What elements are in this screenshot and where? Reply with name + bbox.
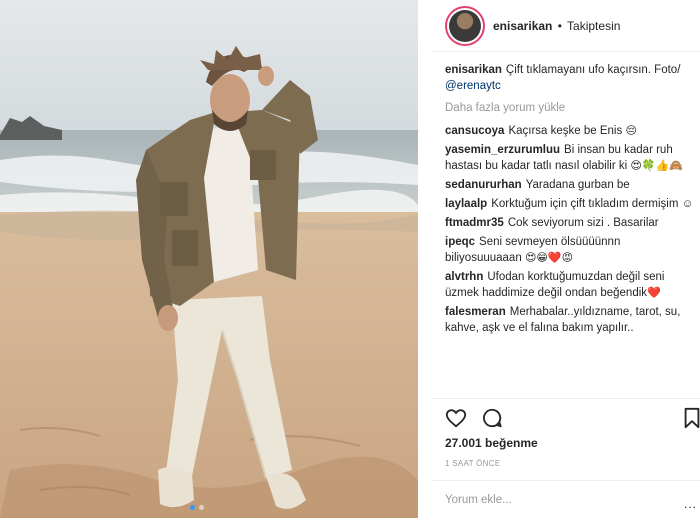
post-caption: enisarikan Çift tıklamayanı ufo kaçırsın.… — [445, 62, 697, 94]
action-bar — [431, 398, 700, 434]
caption-text: Çift tıklamayanı ufo kaçırsın. Foto/ — [505, 64, 681, 76]
caption-mention-link[interactable]: @erenaytc — [445, 80, 501, 92]
comment-username[interactable]: ipeqc — [445, 236, 475, 248]
post-timestamp: 1 SAAT ÖNCE — [445, 459, 501, 468]
header-separator: • — [557, 19, 562, 33]
comment-text: Korktuğum için çift tıkladım dermişim ☺ — [491, 198, 694, 210]
comment-username[interactable]: laylaalp — [445, 198, 487, 210]
comment-item: cansucoya Kaçırsa keşke be Enis 😔 — [445, 123, 697, 139]
bookmark-icon[interactable] — [681, 407, 700, 429]
comment-username[interactable]: falesmeran — [445, 306, 506, 318]
comment-input[interactable] — [445, 490, 675, 510]
caption-username[interactable]: enisarikan — [445, 64, 502, 76]
comment-item: alvtrhn Ufodan korktuğumuzdan değil seni … — [445, 269, 697, 301]
comment-text: Yaradana gurban be — [525, 179, 630, 191]
header-text: enisarikan • Takiptesin — [493, 19, 620, 33]
load-more-comments-button[interactable]: Daha fazla yorum yükle — [445, 100, 697, 116]
comment-text: Cok seviyorum sizi . Basarilar — [507, 217, 659, 229]
comment-username[interactable]: sedanururhan — [445, 179, 522, 191]
carousel-dot — [199, 505, 204, 510]
comment-item: laylaalp Korktuğum için çift tıkladım der… — [445, 196, 697, 212]
add-comment-bar: ... — [431, 480, 700, 518]
carousel-indicator — [190, 505, 204, 510]
comment-emoji: 😍🍀👍🙈 — [630, 160, 683, 172]
comment-emoji: ❤️ — [647, 287, 661, 299]
post-photo[interactable] — [0, 0, 418, 518]
comment-list: enisarikan Çift tıklamayanı ufo kaçırsın.… — [445, 62, 697, 339]
avatar[interactable] — [445, 6, 485, 46]
comment-text: Kaçırsa keşke be Enis — [508, 125, 623, 137]
comment-username[interactable]: cansucoya — [445, 125, 504, 137]
comment-username[interactable]: alvtrhn — [445, 271, 483, 283]
heart-icon[interactable] — [445, 407, 467, 429]
comment-emoji: 😍😁❤️😡 — [524, 252, 574, 264]
follow-status[interactable]: Takiptesin — [567, 19, 620, 33]
avatar-image — [449, 10, 481, 42]
comment-item: ipeqc Seni sevmeyen ölsüüüünnn biliyosuuu… — [445, 234, 697, 266]
post-sidebar: enisarikan • Takiptesin enisarikan Çift t… — [431, 0, 700, 518]
post-header: enisarikan • Takiptesin — [431, 0, 700, 52]
beach-portrait-image — [0, 0, 418, 518]
comment-item: sedanururhan Yaradana gurban be — [445, 177, 697, 193]
like-count[interactable]: 27.001 beğenme — [445, 436, 538, 450]
speech-bubble-icon[interactable] — [481, 407, 503, 429]
comment-item: yasemin_erzurumluu Bi insan bu kadar ruh … — [445, 142, 697, 174]
comment-emoji: 😔 — [625, 125, 637, 137]
more-options-icon[interactable]: ... — [684, 497, 697, 511]
instagram-post: enisarikan • Takiptesin enisarikan Çift t… — [0, 0, 700, 518]
comment-item: ftmadmr35 Cok seviyorum sizi . Basarilar — [445, 215, 697, 231]
header-username[interactable]: enisarikan — [493, 19, 552, 33]
comment-username[interactable]: ftmadmr35 — [445, 217, 504, 229]
carousel-dot-active — [190, 505, 195, 510]
comment-item: falesmeran Merhabalar..yıldızname, tarot,… — [445, 304, 697, 336]
comment-username[interactable]: yasemin_erzurumluu — [445, 144, 560, 156]
